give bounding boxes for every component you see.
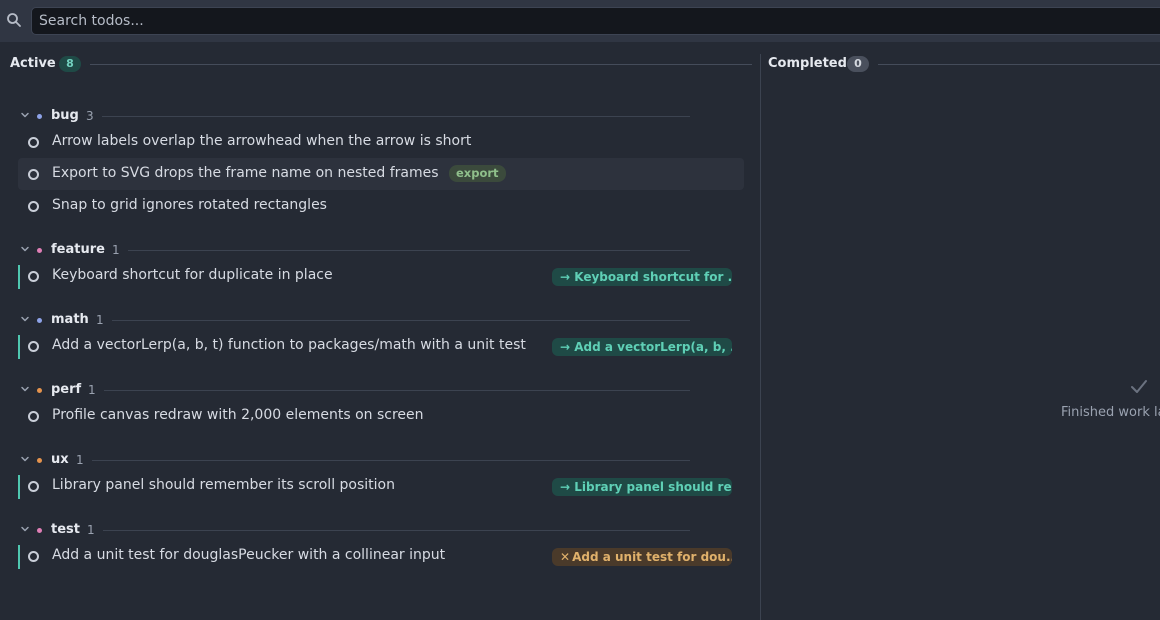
group-count: 1	[112, 243, 120, 257]
todo-item[interactable]: Profile canvas redraw with 2,000 element…	[18, 400, 744, 432]
group-divider	[92, 460, 690, 461]
group-divider	[103, 530, 690, 531]
completed-column-header: Completed 0	[768, 54, 1160, 74]
todo-item[interactable]: Keyboard shortcut for duplicate in place…	[18, 260, 744, 292]
search-input[interactable]	[31, 7, 1160, 35]
chevron-down-icon[interactable]	[20, 524, 30, 534]
linked-item-chip[interactable]: → Keyboard shortcut for ...	[552, 268, 732, 286]
active-column-title: Active	[10, 56, 56, 71]
linked-indicator	[18, 265, 20, 289]
group-color-dot	[37, 528, 42, 533]
group-color-dot	[37, 318, 42, 323]
group-divider	[104, 390, 690, 391]
todo-text: Arrow labels overlap the arrowhead when …	[52, 133, 472, 149]
todo-item[interactable]: Add a unit test for douglasPeucker with …	[18, 540, 744, 572]
completed-count-badge: 0	[847, 56, 869, 72]
todo-text: Profile canvas redraw with 2,000 element…	[52, 407, 424, 423]
complete-checkbox[interactable]	[28, 551, 39, 562]
todo-item[interactable]: Arrow labels overlap the arrowhead when …	[18, 126, 744, 158]
close-icon: ✕	[560, 550, 571, 564]
group-color-dot	[37, 114, 42, 119]
group-color-dot	[37, 248, 42, 253]
check-icon	[1131, 380, 1147, 393]
todo-text: Add a vectorLerp(a, b, t) function to pa…	[52, 337, 526, 353]
group-divider	[102, 116, 690, 117]
group-divider	[128, 250, 690, 251]
group-count: 3	[86, 109, 94, 123]
chevron-down-icon[interactable]	[20, 384, 30, 394]
linked-item-label: → Add a vectorLerp(a, b, ...	[560, 340, 732, 354]
linked-item-chip[interactable]: → Library panel should re...	[552, 478, 732, 496]
group-name: math	[51, 312, 89, 327]
todo-text: Library panel should remember its scroll…	[52, 477, 395, 493]
todo-text: Snap to grid ignores rotated rectangles	[52, 197, 327, 213]
linked-indicator	[18, 335, 20, 359]
linked-item-label: → Library panel should re...	[560, 480, 732, 494]
linked-item-label: Add a unit test for dou...	[572, 550, 732, 564]
header-divider	[878, 64, 1160, 65]
group-count: 1	[88, 383, 96, 397]
group-color-dot	[37, 388, 42, 393]
group-name: ux	[51, 452, 69, 467]
group-header[interactable]: test 1	[0, 522, 760, 540]
group-color-dot	[37, 458, 42, 463]
chevron-down-icon[interactable]	[20, 244, 30, 254]
group-header[interactable]: ux 1	[0, 452, 760, 470]
completed-column-title: Completed	[768, 56, 847, 71]
group-divider	[112, 320, 690, 321]
linked-indicator	[18, 475, 20, 499]
group-name: feature	[51, 242, 105, 257]
group-header[interactable]: perf 1	[0, 382, 760, 400]
search-bar	[0, 0, 1160, 42]
todo-item[interactable]: Snap to grid ignores rotated rectangles	[18, 190, 744, 222]
completed-empty-message: Finished work la	[1061, 405, 1160, 420]
complete-checkbox[interactable]	[28, 411, 39, 422]
chevron-down-icon[interactable]	[20, 314, 30, 324]
linked-indicator	[18, 545, 20, 569]
todo-item[interactable]: Add a vectorLerp(a, b, t) function to pa…	[18, 330, 744, 362]
group-header[interactable]: bug 3	[0, 108, 760, 126]
complete-checkbox[interactable]	[28, 481, 39, 492]
chevron-down-icon[interactable]	[20, 110, 30, 120]
column-divider	[760, 54, 761, 620]
complete-checkbox[interactable]	[28, 341, 39, 352]
group-header[interactable]: math 1	[0, 312, 760, 330]
complete-checkbox[interactable]	[28, 271, 39, 282]
complete-checkbox[interactable]	[28, 201, 39, 212]
active-column-header: Active 8	[10, 54, 752, 74]
linked-item-chip[interactable]: ✕ Add a unit test for dou...	[552, 548, 732, 566]
complete-checkbox[interactable]	[28, 137, 39, 148]
todo-text: Keyboard shortcut for duplicate in place	[52, 267, 333, 283]
chevron-down-icon[interactable]	[20, 454, 30, 464]
group-count: 1	[87, 523, 95, 537]
todo-tag[interactable]: export	[449, 165, 506, 182]
todo-text: Add a unit test for douglasPeucker with …	[52, 547, 446, 563]
group-header[interactable]: feature 1	[0, 242, 760, 260]
group-count: 1	[76, 453, 84, 467]
todo-item[interactable]: Library panel should remember its scroll…	[18, 470, 744, 502]
header-divider	[90, 64, 752, 65]
group-name: test	[51, 522, 80, 537]
search-icon	[7, 13, 21, 27]
complete-checkbox[interactable]	[28, 169, 39, 180]
group-count: 1	[96, 313, 104, 327]
todo-item[interactable]: Export to SVG drops the frame name on ne…	[18, 158, 744, 190]
group-name: perf	[51, 382, 82, 397]
active-count-badge: 8	[59, 56, 81, 72]
linked-item-chip[interactable]: → Add a vectorLerp(a, b, ...	[552, 338, 732, 356]
group-name: bug	[51, 108, 79, 123]
linked-item-label: → Keyboard shortcut for ...	[560, 270, 732, 284]
todo-text: Export to SVG drops the frame name on ne…	[52, 165, 439, 181]
